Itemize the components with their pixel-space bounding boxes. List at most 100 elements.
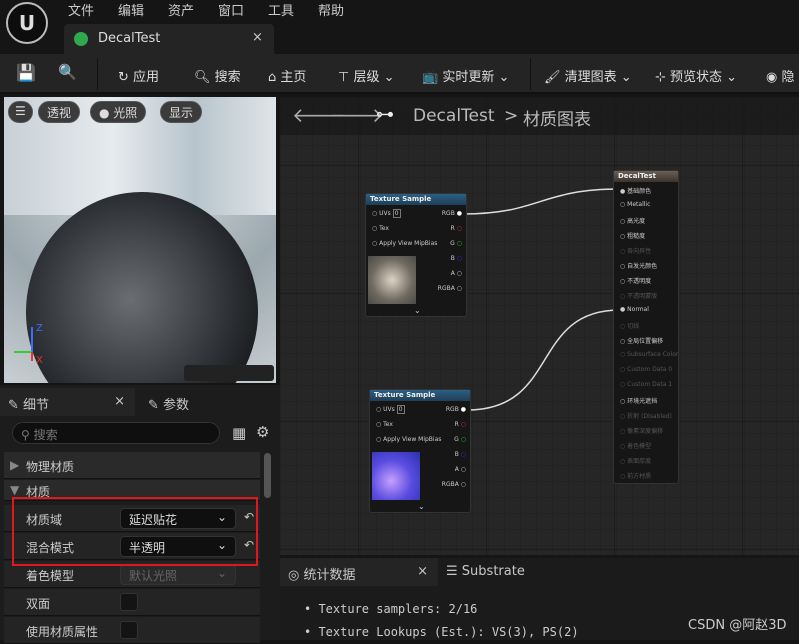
result-pin[interactable]: ○ 折射 (Disabled)	[620, 411, 672, 420]
result-pin[interactable]: ○ 不透明蒙版	[620, 291, 657, 300]
uv-value[interactable]: 0	[396, 405, 405, 414]
close-stats-icon[interactable]: ×	[417, 564, 428, 579]
clean-graph-button[interactable]: 🖌 清理图表 ⌄	[544, 66, 632, 85]
preview-viewport[interactable]: ☰ 透视 ● 光照 显示 Z X	[4, 97, 276, 383]
result-pin[interactable]: ○ Custom Data 0	[620, 366, 672, 373]
show-button[interactable]: 显示	[160, 101, 203, 123]
result-pin[interactable]: ○ 切线	[620, 321, 639, 330]
result-pin[interactable]: ○ 着色模型	[620, 441, 651, 450]
perspective-button[interactable]: 透视	[38, 101, 81, 123]
result-node[interactable]: DecalTest ● 基础颜色 ○ Metallic ○ 高光度 ○ 粗糙度 ○ 各向…	[613, 170, 679, 484]
output-pin[interactable]: G ○	[454, 436, 466, 443]
input-pin-uvs[interactable]: ○ UVs 0	[372, 209, 401, 218]
search-placeholder: 搜索	[33, 428, 58, 442]
menu-tools[interactable]: 工具	[268, 0, 294, 19]
texture-sample-node[interactable]: Texture Sample ○ UVs 0 ○ Tex ○ Apply View M…	[369, 389, 471, 513]
output-pin[interactable]: G ○	[450, 240, 462, 247]
browse-icon[interactable]: 🔍	[58, 63, 77, 81]
search-input[interactable]: ⚲ 搜索	[12, 422, 220, 444]
preview-shape-buttons[interactable]	[184, 365, 274, 381]
lighting-button[interactable]: ● 光照	[90, 101, 147, 123]
result-pin[interactable]: ○ 粗糙度	[620, 231, 645, 240]
category-physical-material[interactable]: ▶ 物理材质	[4, 452, 260, 479]
menu-window[interactable]: 窗口	[218, 0, 244, 19]
input-pin-mipbias[interactable]: ○ Apply View MipBias	[372, 240, 437, 247]
tab-params[interactable]: ✎ 参数	[140, 388, 197, 416]
pin-label: 着色模型	[627, 443, 652, 450]
home-button[interactable]: ⌂ 主页	[268, 66, 306, 85]
unreal-logo[interactable]: U	[6, 2, 48, 44]
result-pin[interactable]: ● 基础颜色	[620, 186, 651, 195]
output-pin[interactable]: A ○	[451, 270, 462, 277]
output-pin[interactable]: B ○	[455, 451, 466, 458]
result-pin[interactable]: ○ 表面厚度	[620, 456, 651, 465]
collapse-arrow-icon[interactable]: ⌄	[414, 306, 421, 315]
wire-normal	[466, 309, 621, 411]
result-pin[interactable]: ○ 不透明度	[620, 276, 651, 285]
material-graph[interactable]: 🡐 🡒 ⊶ DecalTest > 材质图表 Texture Sample ○ U…	[280, 97, 799, 555]
viewport-menu-button[interactable]: ☰	[8, 101, 33, 123]
gear-icon[interactable]: ⚙	[256, 423, 269, 441]
output-pin[interactable]: R ○	[455, 421, 466, 428]
menu-bar: 文件 编辑 资产 窗口 工具 帮助	[0, 0, 799, 20]
pin-icon: ○	[460, 421, 466, 428]
preview-state-button[interactable]: ⊹ 预览状态 ⌄	[655, 66, 737, 85]
input-pin-uvs[interactable]: ○ UVs 0	[376, 405, 405, 414]
tab-details[interactable]: ✎ 细节 ×	[0, 388, 135, 416]
result-pin[interactable]: ○ 自发光颜色	[620, 261, 657, 270]
output-pin[interactable]: RGBA ○	[442, 481, 466, 488]
hide-button[interactable]: ◉ 隐	[766, 66, 795, 85]
output-pin[interactable]: RGB ●	[446, 406, 466, 413]
menu-file[interactable]: 文件	[68, 0, 94, 19]
output-pin[interactable]: RGB ●	[442, 210, 462, 217]
result-pin[interactable]: ○ 前方材质	[620, 471, 651, 480]
input-pin-mipbias[interactable]: ○ Apply View MipBias	[376, 436, 441, 443]
tab-stats[interactable]: ◎ 统计数据 ×	[280, 558, 438, 586]
search-button[interactable]: 🔍︎ 搜索	[194, 66, 241, 85]
live-update-button[interactable]: 📺 实时更新 ⌄	[422, 66, 509, 85]
result-pin[interactable]: ○ 高光度	[620, 216, 645, 225]
pin-icon: ○	[620, 293, 626, 300]
uv-value[interactable]: 0	[392, 209, 401, 218]
menu-edit[interactable]: 编辑	[118, 0, 144, 19]
result-pin[interactable]: ○ Subsurface Color	[620, 351, 678, 358]
pin-icon: ○	[620, 233, 626, 240]
output-pin[interactable]: R ○	[451, 225, 462, 232]
node-icon: ⊹	[655, 70, 671, 85]
tab-params-label: 参数	[163, 398, 190, 413]
save-icon[interactable]: 💾	[16, 63, 36, 82]
pin-label: RGB	[445, 406, 459, 413]
tab-substrate[interactable]: ☰ Substrate	[446, 564, 525, 579]
menu-help[interactable]: 帮助	[318, 0, 344, 19]
document-tab[interactable]: DecalTest ×	[64, 24, 274, 54]
scrollbar[interactable]	[264, 453, 271, 498]
result-pin[interactable]: ● Normal	[620, 306, 649, 313]
hierarchy-button[interactable]: ⊤ 层级 ⌄	[338, 66, 395, 85]
pin-icon: ○	[620, 428, 626, 435]
pin-label: Custom Data 1	[627, 381, 673, 388]
result-pin[interactable]: ○ Custom Data 1	[620, 381, 672, 388]
result-pin[interactable]: ○ 像素深度偏移	[620, 426, 663, 435]
apply-button[interactable]: ↻ 应用	[118, 66, 159, 85]
shading-model-dropdown: 默认光照 ⌄	[120, 564, 236, 585]
result-pin[interactable]: ○ 全局位置偏移	[620, 336, 663, 345]
output-pin[interactable]: B ○	[451, 255, 462, 262]
close-tab-icon[interactable]: ×	[252, 30, 263, 45]
output-pin[interactable]: A ○	[455, 466, 466, 473]
close-details-icon[interactable]: ×	[114, 394, 125, 409]
result-pin[interactable]: ○ 各向异性	[620, 246, 651, 255]
use-material-attributes-checkbox[interactable]	[120, 621, 138, 639]
input-pin-tex[interactable]: ○ Tex	[372, 225, 389, 232]
result-pin[interactable]: ○ 环境光遮挡	[620, 396, 657, 405]
output-pin[interactable]: RGBA ○	[438, 285, 462, 292]
collapse-arrow-icon[interactable]: ⌄	[418, 502, 425, 511]
texture-sample-node[interactable]: Texture Sample ○ UVs 0 ○ Tex ○ Apply View M…	[365, 193, 467, 317]
pin-label: UVs	[383, 406, 395, 413]
table-view-icon[interactable]: ▦	[232, 424, 246, 442]
input-pin-tex[interactable]: ○ Tex	[376, 421, 393, 428]
pin-label: A	[450, 270, 455, 277]
two-sided-checkbox[interactable]	[120, 593, 138, 611]
menu-asset[interactable]: 资产	[168, 0, 194, 19]
result-pin[interactable]: ○ Metallic	[620, 201, 650, 208]
pin-label: 不透明蒙版	[627, 293, 658, 300]
